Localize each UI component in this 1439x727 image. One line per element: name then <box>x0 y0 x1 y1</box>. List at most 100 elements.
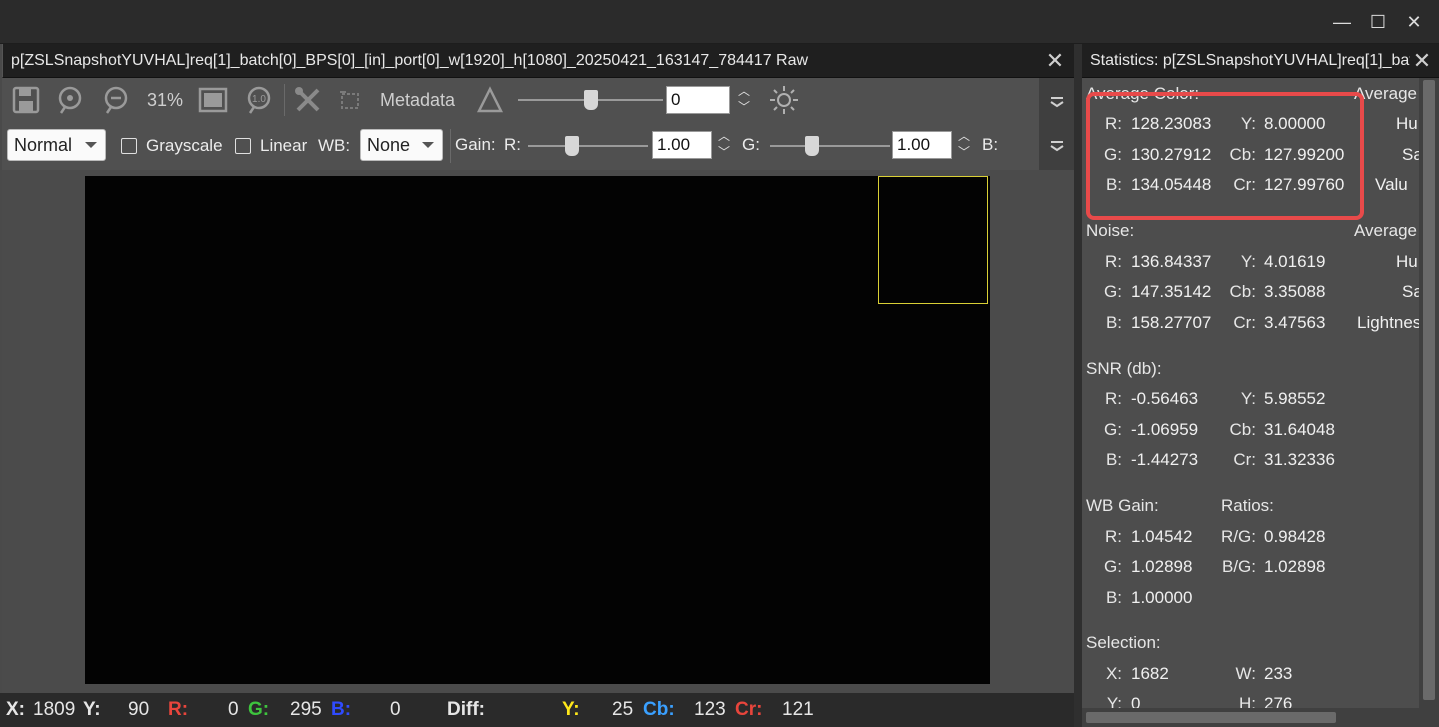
snr-b-label: B: <box>1105 450 1122 469</box>
pixel-cr-value: 121 <box>782 699 814 720</box>
image-view-tab[interactable]: p[ZSLSnapshotYUVHAL]req[1]_batch[0]_BPS[… <box>2 44 1074 78</box>
gain-r-spinner[interactable]: ︿ ﹀ <box>717 130 731 158</box>
wb-value: None <box>367 134 411 155</box>
display-toolbar: Normal Grayscale Linear WB: None Gain: R… <box>2 122 1039 170</box>
snr-heading: SNR (db): <box>1086 359 1162 378</box>
actual-size-button[interactable]: 1.0 <box>243 84 275 116</box>
wb-r-value: 1.04542 <box>1131 527 1193 546</box>
toolbar-separator <box>284 84 285 116</box>
grayscale-label: Grayscale <box>146 136 223 155</box>
ratio-bg-value: 1.02898 <box>1264 557 1326 576</box>
ratio-bg-label: B/G: <box>1221 557 1256 576</box>
noise-g-value: 147.35142 <box>1131 282 1212 301</box>
selection-w-label: W: <box>1235 664 1256 683</box>
gain-g-spinner[interactable]: ︿ ﹀ <box>957 130 971 158</box>
snr-r-label: R: <box>1105 389 1122 408</box>
close-statistics-button[interactable]: ✕ <box>1410 49 1434 73</box>
fit-to-window-button[interactable] <box>197 84 229 116</box>
exposure-input[interactable]: 0 <box>666 86 730 114</box>
selection-x-label: X: <box>1105 664 1122 683</box>
selection-rectangle[interactable] <box>878 176 988 304</box>
maximize-button[interactable]: ☐ <box>1361 8 1395 36</box>
toolbar-separator <box>450 129 451 163</box>
exposure-slider-thumb[interactable] <box>583 90 598 110</box>
close-window-button[interactable]: ✕ <box>1397 8 1431 36</box>
chevron-up-icon[interactable]: ︿ <box>717 130 731 142</box>
zoom-in-icon <box>58 86 82 114</box>
zoom-out-button[interactable] <box>100 84 132 116</box>
scrollbar-thumb[interactable] <box>1423 80 1435 700</box>
linear-label: Linear <box>260 136 308 155</box>
display-mode-dropdown[interactable]: Normal <box>7 129 106 161</box>
noise-b-label: B: <box>1105 313 1122 332</box>
wb-label: WB: <box>318 136 351 155</box>
gain-g-input[interactable]: 1.00 <box>892 131 952 159</box>
cursor-x-value: 1809 <box>33 699 76 720</box>
selection-w-value: 233 <box>1264 664 1293 683</box>
gain-label: Gain: <box>455 135 496 154</box>
close-image-view-button[interactable]: ✕ <box>1043 49 1067 73</box>
gain-g-slider-track[interactable] <box>770 145 890 147</box>
noise-saturation-label: Sa <box>1402 282 1419 301</box>
noise-y-value: 4.01619 <box>1264 252 1326 271</box>
minimize-button[interactable]: — <box>1325 8 1359 36</box>
gain-r-label: R: <box>504 135 521 154</box>
cursor-y-label: Y: <box>83 699 101 720</box>
grayscale-checkbox[interactable] <box>121 138 137 154</box>
chevron-up-icon[interactable]: ︿ <box>957 130 971 142</box>
save-button[interactable] <box>10 84 42 116</box>
snr-b-value: -1.44273 <box>1131 450 1199 469</box>
toolbar-overflow-button[interactable] <box>1049 94 1065 113</box>
gain-b-label: B: <box>982 135 999 154</box>
selection-x-value: 1682 <box>1131 664 1169 683</box>
wb-dropdown[interactable]: None <box>360 129 443 161</box>
delta-icon <box>476 86 504 113</box>
tools-button[interactable] <box>292 84 324 116</box>
statistics-vertical-scrollbar[interactable] <box>1419 78 1439 708</box>
pixel-y-label: Y: <box>562 699 580 720</box>
noise-hue-label: Hu <box>1396 252 1418 271</box>
chevron-down-icon <box>85 142 97 148</box>
pixel-cb-label: Cb: <box>643 699 675 720</box>
ratio-rg-value: 0.98428 <box>1264 527 1326 546</box>
snr-y-label: Y: <box>1240 389 1256 408</box>
exposure-spinner[interactable]: ︿ ﹀ <box>737 85 751 113</box>
chevron-up-icon[interactable]: ︿ <box>737 85 751 97</box>
pixel-b-label: B: <box>331 699 352 720</box>
noise-cr-value: 3.47563 <box>1264 313 1326 332</box>
scrollbar-thumb[interactable] <box>1086 712 1336 723</box>
pane-splitter[interactable] <box>1074 44 1082 727</box>
noise-b-value: 158.27707 <box>1131 313 1212 332</box>
chevron-down-icon[interactable]: ﹀ <box>717 146 731 158</box>
close-icon: ✕ <box>1406 11 1422 32</box>
pixel-status-bar: X: 1809 Y: 90 R: 0 G: 295 B: 0 Diff: Y: … <box>0 693 1076 727</box>
zoom-in-button[interactable] <box>54 84 86 116</box>
display-mode-value: Normal <box>14 134 73 155</box>
gain-r-slider-track[interactable] <box>528 145 648 147</box>
chevron-down-icon[interactable]: ﹀ <box>737 101 751 113</box>
statistics-horizontal-scrollbar[interactable] <box>1082 708 1439 727</box>
gain-r-input[interactable]: 1.00 <box>652 131 712 159</box>
delta-button[interactable] <box>474 84 506 116</box>
statistics-tab[interactable]: Statistics: p[ZSLSnapshotYUVHAL]req[1]_b… <box>1082 44 1439 78</box>
linear-checkbox[interactable] <box>235 138 251 154</box>
image-view-title: p[ZSLSnapshotYUVHAL]req[1]_batch[0]_BPS[… <box>11 52 809 69</box>
toolbar2-overflow-button[interactable] <box>1049 138 1065 157</box>
svg-text:1.0: 1.0 <box>252 94 266 105</box>
raw-image[interactable] <box>85 176 990 684</box>
noise-r-value: 136.84337 <box>1131 252 1212 271</box>
minimize-icon: — <box>1333 11 1351 32</box>
noise-average-heading: Average <box>1354 221 1418 240</box>
snr-cb-label: Cb: <box>1229 420 1256 439</box>
metadata-button[interactable]: Metadata <box>380 90 455 111</box>
gain-r-slider-thumb[interactable] <box>565 136 579 156</box>
crop-button[interactable] <box>334 84 366 116</box>
overflow-menu-icon <box>1050 97 1064 108</box>
snr-cr-label: Cr: <box>1233 450 1256 469</box>
noise-cr-label: Cr: <box>1233 313 1256 332</box>
chevron-down-icon[interactable]: ﹀ <box>957 146 971 158</box>
noise-cb-value: 3.35088 <box>1264 282 1326 301</box>
gain-g-slider-thumb[interactable] <box>805 136 819 156</box>
pixel-y-value: 25 <box>612 699 634 720</box>
brightness-button[interactable] <box>768 84 800 116</box>
